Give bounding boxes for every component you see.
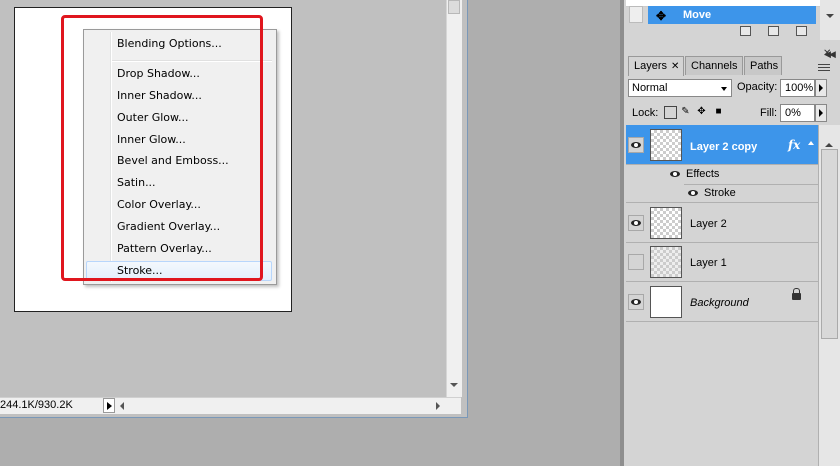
layer-name[interactable]: Layer 2 copy — [690, 141, 757, 153]
eye-icon — [631, 142, 641, 148]
scrollbar-thumb[interactable] — [448, 0, 460, 14]
eye-icon — [631, 220, 641, 226]
layers-scrollbar[interactable] — [818, 125, 840, 466]
move-tool-icon: ✥ — [656, 9, 667, 23]
scroll-right-icon[interactable] — [436, 402, 440, 410]
scroll-down-icon[interactable] — [826, 14, 834, 18]
effects-label: Effects — [686, 168, 720, 180]
lock-icon — [792, 288, 801, 300]
tab-layers-label: Layers — [634, 60, 668, 72]
eye-icon — [631, 299, 641, 305]
layer-thumbnail — [650, 246, 682, 278]
history-footer — [626, 24, 820, 40]
blend-mode-value: Normal — [632, 82, 668, 94]
status-menu-button[interactable] — [103, 398, 115, 413]
layer-row-layer-2-copy[interactable]: Layer 2 copy fx — [626, 125, 818, 165]
chevron-down-icon — [721, 87, 727, 91]
layer-effects-group: Effects Stroke — [626, 165, 818, 203]
scrollbar-thumb[interactable] — [821, 149, 838, 339]
layer-thumbnail — [650, 286, 682, 318]
tab-paths[interactable]: Paths — [744, 56, 782, 75]
history-scrollbar[interactable] — [820, 0, 840, 40]
lock-transparency-icon[interactable] — [664, 106, 677, 119]
collapse-effects-icon[interactable] — [808, 141, 814, 145]
close-panel-icon[interactable]: ✕ — [823, 48, 831, 59]
fill-slider-button[interactable] — [815, 104, 827, 122]
status-bar: 244.1K/930.2K — [0, 397, 461, 414]
panel-menu-icon[interactable] — [818, 62, 830, 72]
layer-name[interactable]: Layer 2 — [690, 218, 727, 230]
vertical-scrollbar[interactable] — [446, 0, 462, 397]
tab-channels[interactable]: Channels — [685, 56, 743, 75]
lock-position-icon[interactable]: ✥ — [696, 106, 707, 117]
visibility-toggle[interactable] — [628, 294, 644, 310]
document-size-readout: 244.1K/930.2K — [0, 399, 73, 411]
visibility-toggle[interactable] — [628, 137, 644, 153]
visibility-toggle[interactable] — [628, 215, 644, 231]
eye-icon — [670, 171, 680, 177]
blend-mode-select[interactable]: Normal — [628, 79, 732, 97]
fx-icon[interactable]: fx — [788, 138, 800, 152]
opacity-slider-button[interactable] — [815, 79, 827, 97]
new-snapshot-icon[interactable] — [768, 26, 779, 36]
fill-label: Fill: — [760, 107, 778, 119]
scroll-down-icon[interactable] — [450, 383, 458, 387]
annotation-highlight-box — [61, 15, 263, 281]
layer-row-layer-2[interactable]: Layer 2 — [626, 203, 818, 243]
opacity-label: Opacity: — [737, 81, 778, 93]
fill-field[interactable]: 0% — [780, 104, 815, 122]
close-tab-icon[interactable]: ✕ — [671, 61, 679, 72]
opacity-field[interactable]: 100% — [780, 79, 815, 97]
lock-all-icon[interactable]: ■ — [713, 106, 724, 117]
history-state-label: Move — [683, 9, 712, 21]
layer-name[interactable]: Background — [690, 297, 749, 309]
effect-item-stroke[interactable]: Stroke — [704, 184, 736, 203]
eye-icon — [688, 190, 698, 196]
stroke-effect-visibility-toggle[interactable] — [686, 186, 698, 202]
lock-label: Lock: — [632, 107, 659, 119]
layer-thumbnail — [650, 129, 682, 161]
scroll-up-icon[interactable] — [825, 143, 833, 147]
layer-row-layer-1[interactable]: Layer 1 — [626, 243, 818, 282]
scroll-left-icon[interactable] — [120, 402, 124, 410]
delete-state-icon[interactable] — [796, 26, 807, 36]
layer-row-background[interactable]: Background — [626, 282, 818, 322]
lock-image-icon[interactable]: ✎ — [680, 106, 691, 117]
layer-thumbnail — [650, 207, 682, 239]
visibility-toggle[interactable] — [628, 254, 644, 270]
effects-visibility-toggle[interactable] — [668, 167, 680, 183]
layers-list: Layer 2 copy fx Effects Stroke Layer 2 L… — [626, 125, 818, 322]
new-document-from-state-icon[interactable] — [740, 26, 751, 36]
layer-name[interactable]: Layer 1 — [690, 257, 727, 269]
tab-layers[interactable]: Layers ✕ — [628, 56, 684, 76]
history-snapshot-checkbox[interactable] — [629, 6, 643, 23]
history-state-move[interactable]: ✥ Move — [648, 6, 816, 24]
